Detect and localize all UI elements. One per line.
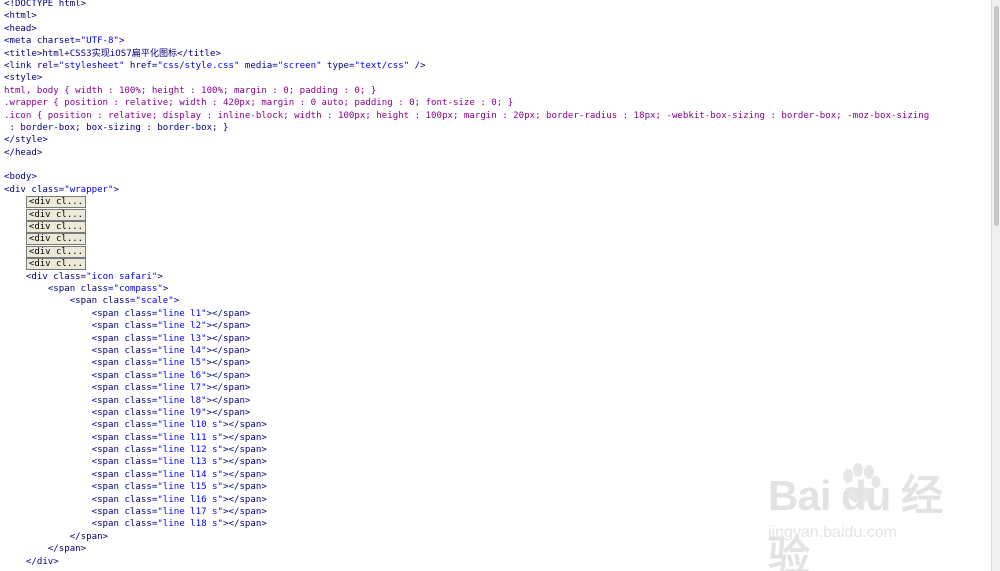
code-line: <div cl... xyxy=(4,196,992,209)
collapsed-node-button[interactable]: <div cl... xyxy=(25,208,87,221)
code-line: <div cl... xyxy=(4,221,992,234)
collapsed-node-button[interactable]: <div cl... xyxy=(25,245,87,258)
code-line: <span class="compass"> xyxy=(47,283,169,294)
code-line: <!DOCTYPE html> xyxy=(4,0,87,9)
code-line: <div class="wrapper"> xyxy=(4,184,119,195)
code-line: <span class="line l6"></span> xyxy=(91,370,251,381)
source-viewer: <!DOCTYPE html> <html> <head> <meta charset… xyxy=(0,0,1000,571)
collapsed-node-button[interactable]: <div cl... xyxy=(25,221,87,234)
code-line: <link rel="stylesheet" href="css/style.c… xyxy=(4,60,426,71)
code-line: <span class="line l12 s"></span> xyxy=(91,445,267,456)
code-line: <body> xyxy=(4,172,37,183)
scrollbar-thumb[interactable] xyxy=(994,6,999,226)
baidu-jingyan-watermark: Bai du 经验 jingyan.baidu.com xyxy=(768,462,978,571)
code-line: <style> xyxy=(4,73,43,84)
code-line: <span class="scale"> xyxy=(69,296,180,307)
code-line: <span class="line l2"></span> xyxy=(91,321,251,332)
code-line: </head> xyxy=(4,147,43,158)
code-line: <div cl... xyxy=(4,245,992,258)
code-line: <div class="icon safari"> xyxy=(25,271,163,282)
code-line: <span class="line l7"></span> xyxy=(91,383,251,394)
code-line: <span class="line l9"></span> xyxy=(91,407,251,418)
code-line: <head> xyxy=(4,23,37,34)
code-line: <span class="line l11 s"></span> xyxy=(91,432,267,443)
collapsed-node-button[interactable]: <div cl... xyxy=(25,196,87,209)
code-line: <span class="line l4"></span> xyxy=(91,345,251,356)
watermark-url: jingyan.baidu.com xyxy=(768,524,897,541)
code-line: .icon { position : relative; display : i… xyxy=(4,110,930,121)
watermark-logo-text: Bai du 经验 xyxy=(768,472,943,571)
code-line: <span class="line l1"></span> xyxy=(91,308,251,319)
code-line: .wrapper { position : relative; width : … xyxy=(4,98,514,109)
collapsed-node-button[interactable]: <div cl... xyxy=(25,233,87,246)
code-line: <html> xyxy=(4,11,37,22)
code-line: <span class="line l3"></span> xyxy=(91,333,251,344)
code-line: <span class="line l10 s"></span> xyxy=(91,420,267,431)
code-line: <div cl... xyxy=(4,258,992,271)
code-line: <div cl... xyxy=(4,233,992,246)
code-line: <span class="line l8"></span> xyxy=(91,395,251,406)
code-line: </style> xyxy=(4,135,48,146)
code-line: <title>html+CSS3实现iOS7扁平化图标</title> xyxy=(4,48,221,59)
code-line: : border-box; box-sizing : border-box; } xyxy=(9,122,229,133)
code-line: <meta charset="UTF-8"> xyxy=(4,36,125,47)
code-line: <span class="line l5"></span> xyxy=(91,358,251,369)
code-line: html, body { width : 100%; height : 100%… xyxy=(4,85,377,96)
code-line: <div cl... xyxy=(4,208,992,221)
collapsed-node-button[interactable]: <div cl... xyxy=(25,258,87,271)
vertical-scrollbar[interactable] xyxy=(991,0,1000,571)
